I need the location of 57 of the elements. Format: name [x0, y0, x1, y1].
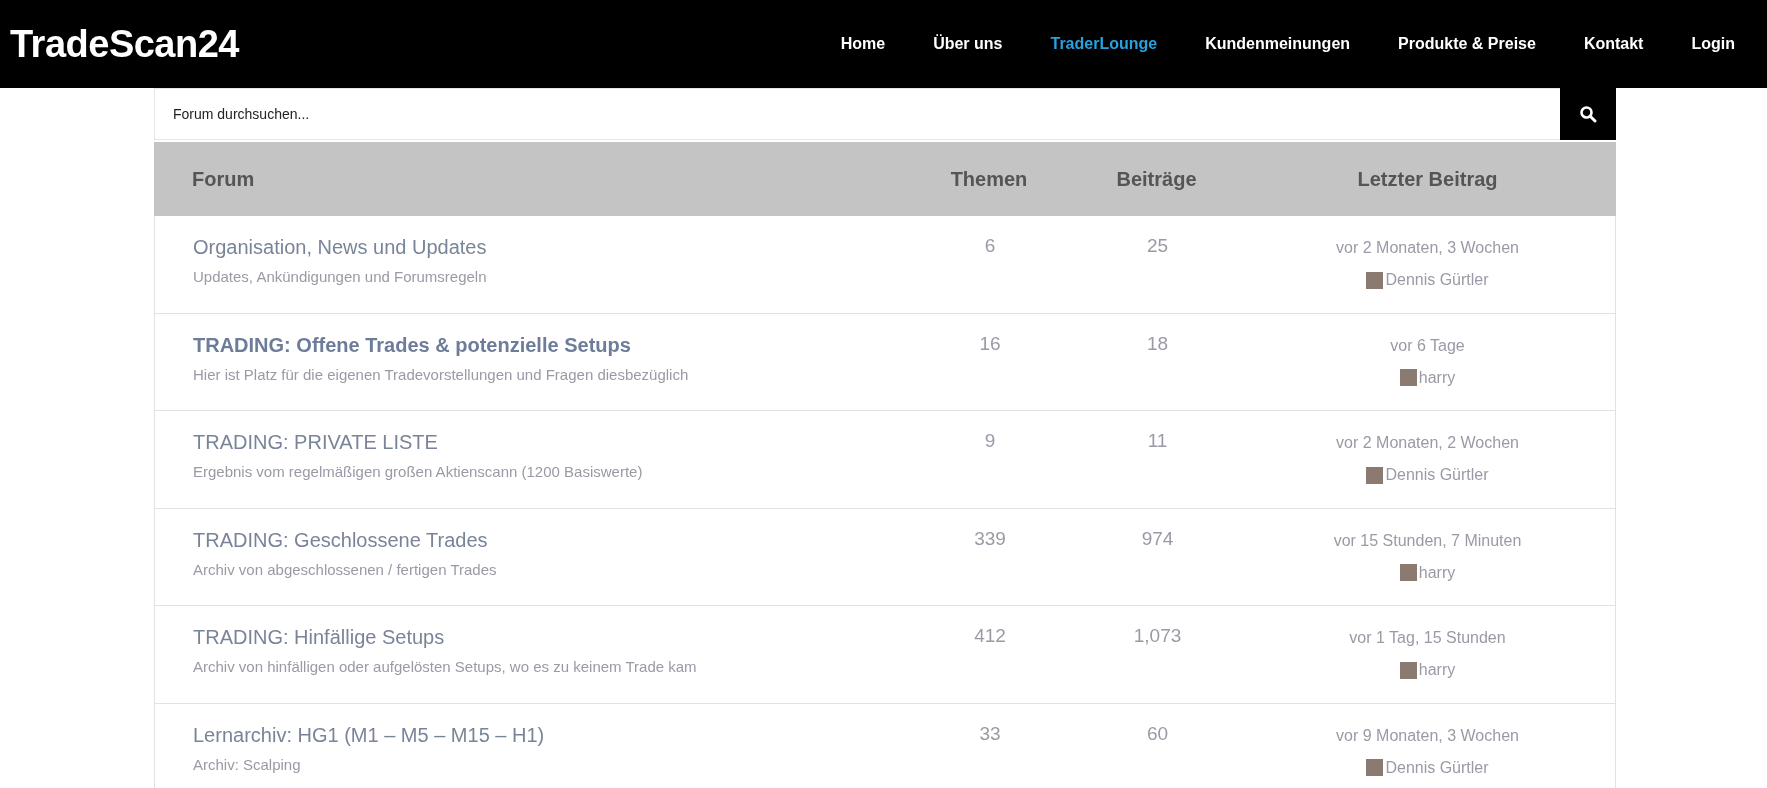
forum-description: Archiv von abgeschlossenen / fertigen Trades — [193, 560, 497, 578]
topic-count: 6 — [984, 235, 996, 256]
nav-link[interactable]: Home — [816, 32, 910, 56]
forum-title-link[interactable]: TRADING: Offene Trades & potenzielle Setups — [193, 333, 631, 356]
forum-description: Archiv von hinfälligen oder aufgelösten Setups, wo es zu keinem Trade kam — [193, 658, 697, 675]
user-link[interactable]: harry — [1418, 658, 1456, 682]
column-header: Forum — [192, 168, 255, 190]
column-header: Themen — [950, 168, 1028, 190]
nav-link[interactable]: TraderLounge — [1026, 32, 1182, 56]
nav-link[interactable]: Produkte & Preise — [1374, 32, 1560, 56]
avatar-placeholder — [1399, 564, 1417, 581]
nav-link[interactable]: Login — [1667, 32, 1759, 56]
topic-count: 339 — [974, 527, 1006, 549]
post-count: 60 — [1146, 722, 1169, 744]
avatar-placeholder — [1366, 466, 1384, 484]
nav-link[interactable]: Kontakt — [1559, 32, 1668, 56]
column-header: Letzter Beitrag — [1357, 168, 1498, 190]
post-count: 1,073 — [1133, 625, 1182, 646]
avatar-placeholder — [1366, 759, 1384, 776]
user-link[interactable]: harry — [1418, 560, 1456, 585]
site-logo[interactable]: TradeScan24 — [10, 15, 239, 73]
forum-description: Archiv: Scalping — [193, 755, 301, 773]
nav-link[interactable]: Kundenmeinungen — [1181, 32, 1375, 56]
column-header: Beiträge — [1116, 168, 1197, 190]
forum-title-link[interactable]: TRADING: Geschlossene Trades — [193, 528, 488, 551]
user-link[interactable]: Dennis Gürtler — [1385, 268, 1489, 292]
last-post-time: vor 2 Monaten, 3 Wochen — [1336, 239, 1519, 256]
post-count: 974 — [1141, 527, 1174, 549]
forum-description: Ergebnis vom regelmäßigen großen Aktienscann (1200 Basiswerte) — [193, 463, 643, 480]
avatar-placeholder — [1366, 271, 1384, 289]
forum-title-link[interactable]: TRADING: PRIVATE LISTE — [193, 431, 438, 453]
last-post-time: vor 15 Stunden, 7 Minuten — [1333, 531, 1522, 549]
topic-count: 16 — [979, 332, 1001, 354]
last-post-time: vor 6 Tage — [1390, 336, 1465, 354]
topic-count: 9 — [984, 430, 996, 451]
post-count: 25 — [1146, 235, 1169, 256]
avatar-placeholder — [1399, 661, 1417, 679]
user-link[interactable]: Dennis Gürtler — [1385, 463, 1489, 487]
post-count: 11 — [1147, 430, 1168, 451]
forum-title-link[interactable]: TRADING: Hinfällige Setups — [193, 626, 445, 648]
forum-title-link[interactable]: Organisation, News und Updates — [193, 236, 487, 258]
search-field[interactable]: Forum durchsuchen... — [154, 88, 1560, 140]
last-post-time: vor 1 Tag, 15 Stunden — [1349, 629, 1506, 646]
user-link[interactable]: Dennis Gürtler — [1385, 755, 1489, 780]
forum-description: Updates, Ankündigungen und Forumsregeln — [193, 268, 487, 285]
topic-count: 33 — [979, 722, 1001, 744]
forum-description: Hier ist Platz für die eigenen Tradevorstellungen und Fragen diesbezüglich — [193, 365, 689, 383]
topic-count: 412 — [974, 625, 1006, 646]
user-link[interactable]: harry — [1418, 365, 1456, 390]
nav-link[interactable]: Über uns — [909, 32, 1027, 56]
last-post-time: vor 9 Monaten, 3 Wochen — [1336, 726, 1519, 744]
search-icon — [1579, 105, 1597, 123]
last-post-time: vor 2 Monaten, 2 Wochen — [1336, 434, 1519, 451]
post-count: 18 — [1146, 332, 1169, 354]
forum-title-link[interactable]: Lernarchiv: HG1 (M1 – M5 – M15 – H1) — [193, 723, 545, 746]
avatar-placeholder — [1399, 369, 1417, 386]
search-button[interactable] — [1560, 88, 1616, 140]
